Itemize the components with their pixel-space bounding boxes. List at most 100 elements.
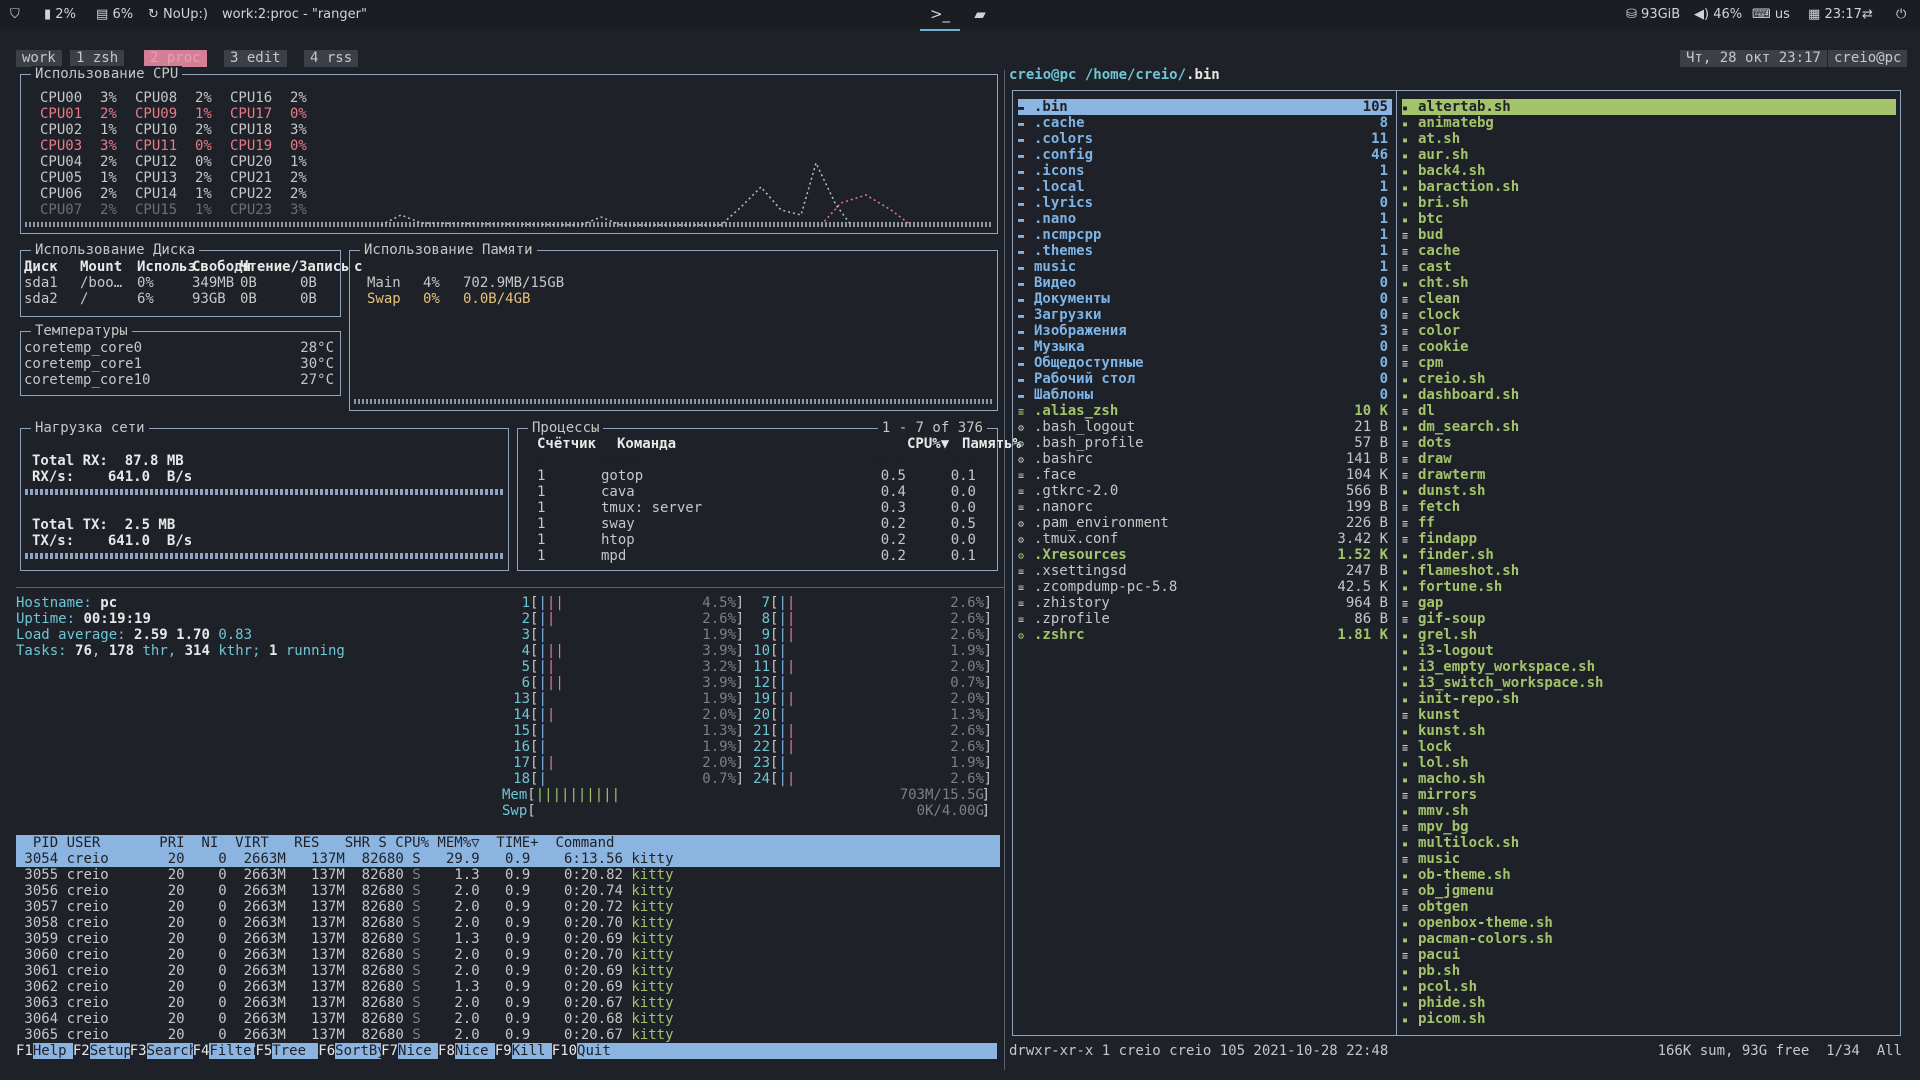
cpu-indicator[interactable]: ▮ 2% [44,7,76,22]
htop-process-row[interactable]: 3062 creio 20 0 2663M 137M 82680 S 1.3 0… [16,979,1000,995]
htop-process-row[interactable]: 3059 creio 20 0 2663M 137M 82680 S 1.3 0… [16,931,1000,947]
tmux-window-4[interactable]: 4 rss [304,50,359,67]
ranger-entry[interactable]: ▬ Загрузки 0 [1018,307,1392,323]
ranger-file[interactable]: ▪ creio.sh [1402,371,1896,387]
ranger-file[interactable]: ≡ bud [1402,227,1896,243]
ranger-file[interactable]: ▪ i3_switch_workspace.sh [1402,675,1896,691]
ranger-file[interactable]: ≡ lock [1402,739,1896,755]
ranger-entry[interactable]: ⚙ .zshrc 1.81 K [1018,627,1392,643]
ranger-file[interactable]: ▪ macho.sh [1402,771,1896,787]
ranger-file[interactable]: ▪ grel.sh [1402,627,1896,643]
ranger-file[interactable]: ▪ multilock.sh [1402,835,1896,851]
htop-process-row[interactable]: 3063 creio 20 0 2663M 137M 82680 S 2.0 0… [16,995,1000,1011]
ranger-entry[interactable]: ▬ .ncmpcpp 1 [1018,227,1392,243]
disk-row-sda2[interactable]: sda2/6% 93GB 0B 0B [24,291,334,307]
ranger-file[interactable]: ≡ ob_jgmenu [1402,883,1896,899]
tmux-session[interactable]: work [16,50,62,67]
ranger-file[interactable]: ▪ i3-logout [1402,643,1896,659]
ranger-file[interactable]: ▪ altertab.sh [1402,99,1896,115]
folder-icon[interactable]: ▰ [960,0,1000,29]
ranger-entry[interactable]: ⚙ .bash_profile 57 B [1018,435,1392,451]
ranger-file[interactable]: ▪ picom.sh [1402,1011,1896,1027]
ranger-file[interactable]: ≡ dots [1402,435,1896,451]
ranger-entry[interactable]: ≡ .zcompdump-pc-5.8 42.5 K [1018,579,1392,595]
ranger-entry[interactable]: ▬ .bin 105 [1018,99,1392,115]
ranger-entry[interactable]: ⚙ .pam_environment 226 B [1018,515,1392,531]
htop-process-row[interactable]: 3065 creio 20 0 2663M 137M 82680 S 2.0 0… [16,1027,1000,1043]
ranger-entry[interactable]: ▬ .nano 1 [1018,211,1392,227]
htop-process-row[interactable]: 3058 creio 20 0 2663M 137M 82680 S 2.0 0… [16,915,1000,931]
ranger-file[interactable]: ▪ dashboard.sh [1402,387,1896,403]
htop-process-row[interactable]: 3055 creio 20 0 2663M 137M 82680 S 1.3 0… [16,867,1000,883]
ranger-file[interactable]: ▪ pacman-colors.sh [1402,931,1896,947]
htop-process-row[interactable]: 3056 creio 20 0 2663M 137M 82680 S 2.0 0… [16,883,1000,899]
ranger-entry[interactable]: ▬ Общедоступные 0 [1018,355,1392,371]
htop-table-header[interactable]: PID USER PRI NI VIRT RES SHR S CPU% MEM%… [16,835,1000,851]
ranger-file[interactable]: ≡ gap [1402,595,1896,611]
tmux-window-2[interactable]: 2 proc [144,50,207,67]
htop-process-row[interactable]: 3054 creio 20 0 2663M 137M 82680 S 29.9 … [16,851,1000,867]
fkey-help[interactable]: F1Help [16,1043,73,1059]
keyboard-indicator[interactable]: ⌨ us [1752,7,1790,22]
ranger-file[interactable]: ≡ clock [1402,307,1896,323]
ranger-entry[interactable]: ≡ .zprofile 86 B [1018,611,1392,627]
tmux-window-1[interactable]: 1 zsh [70,50,125,67]
htop-process-row[interactable]: 3061 creio 20 0 2663M 137M 82680 S 2.0 0… [16,963,1000,979]
tmux-window-3[interactable]: 3 edit [224,50,287,67]
ranger-file[interactable]: ≡ clean [1402,291,1896,307]
fkey-nice[interactable]: F7Nice - [381,1043,449,1059]
htop-process-row[interactable]: 3057 creio 20 0 2663M 137M 82680 S 2.0 0… [16,899,1000,915]
fkey-search[interactable]: F3Search [130,1043,197,1059]
ranger-file[interactable]: ≡ kunst [1402,707,1896,723]
ranger-entry[interactable]: ▬ Изображения 3 [1018,323,1392,339]
fkey-tree[interactable]: F5Tree [255,1043,319,1059]
ranger-file[interactable]: ≡ gif-soup [1402,611,1896,627]
disk-indicator[interactable]: ⛁ 93GiB [1626,7,1680,22]
ranger-file[interactable]: ▪ fortune.sh [1402,579,1896,595]
ranger-entry[interactable]: ≡ .gtkrc-2.0 566 B [1018,483,1392,499]
ranger-file[interactable]: ▪ back4.sh [1402,163,1896,179]
ranger-file[interactable]: ≡ drawterm [1402,467,1896,483]
ranger-file[interactable]: ▪ cht.sh [1402,275,1896,291]
ranger-entry[interactable]: ▬ Шаблоны 0 [1018,387,1392,403]
ranger-file[interactable]: ≡ music [1402,851,1896,867]
terminal-icon[interactable]: >_ [920,0,960,31]
ranger-entry[interactable]: ▬ .icons 1 [1018,163,1392,179]
ranger-file[interactable]: ▪ mmv.sh [1402,803,1896,819]
ranger-file[interactable]: ▪ pb.sh [1402,963,1896,979]
fkey-kill[interactable]: F9Kill [495,1043,552,1059]
ranger-entry[interactable]: ▬ Рабочий стол 0 [1018,371,1392,387]
ranger-entry[interactable]: ▬ music 1 [1018,259,1392,275]
ranger-file[interactable]: ≡ findapp [1402,531,1896,547]
ranger-entry[interactable]: ≡ .xsettingsd 247 B [1018,563,1392,579]
updates-indicator[interactable]: ↻ NoUp:) [148,7,208,22]
ranger-entry[interactable]: ▬ Документы 0 [1018,291,1392,307]
disk-row-sda1[interactable]: sda1/boo… 0% 349MB 0B 0B [24,275,334,291]
ranger-file[interactable]: ▪ finder.sh [1402,547,1896,563]
htop-process-row[interactable]: 3064 creio 20 0 2663M 137M 82680 S 2.0 0… [16,1011,1000,1027]
ranger-entry[interactable]: ▬ .config 46 [1018,147,1392,163]
ranger-file[interactable]: ▪ dm_search.sh [1402,419,1896,435]
ranger-file[interactable]: ≡ cast [1402,259,1896,275]
power-icon[interactable]: ⏻ [1896,7,1906,22]
ranger-file[interactable]: ▪ at.sh [1402,131,1896,147]
ranger-entry[interactable]: ▬ Видео 0 [1018,275,1392,291]
fkey-nice[interactable]: F8Nice + [438,1043,505,1059]
ranger-entry[interactable]: ⚙ .tmux.conf 3.42 K [1018,531,1392,547]
ranger-entry[interactable]: ⚙ .Xresources 1.52 K [1018,547,1392,563]
ranger-file[interactable]: ≡ cpm [1402,355,1896,371]
ranger-entry[interactable]: ▬ .colors 11 [1018,131,1392,147]
ranger-file[interactable]: ▪ flameshot.sh [1402,563,1896,579]
volume-indicator[interactable]: ◀) 46% [1694,7,1742,22]
ranger-entry[interactable]: ≡ .zhistory 964 B [1018,595,1392,611]
ranger-file[interactable]: ▪ i3_empty_workspace.sh [1402,659,1896,675]
fkey-setup[interactable]: F2Setup [73,1043,132,1059]
ranger-file[interactable]: ▪ kunst.sh [1402,723,1896,739]
link-icon[interactable]: ⇄ [1862,7,1873,22]
ranger-file[interactable]: ▪ bri.sh [1402,195,1896,211]
ranger-entry[interactable]: ⚙ .bash_logout 21 B [1018,419,1392,435]
ranger-file[interactable]: ▪ animatebg [1402,115,1896,131]
ranger-file[interactable]: ≡ color [1402,323,1896,339]
ranger-file[interactable]: ≡ mirrors [1402,787,1896,803]
fkey-filter[interactable]: F4Filter [193,1043,260,1059]
